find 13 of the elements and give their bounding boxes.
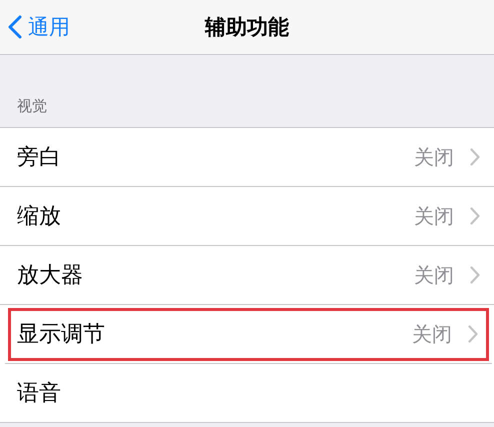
chevron-icon [470, 207, 480, 225]
chevron-icon [470, 266, 480, 284]
chevron-icon [468, 325, 478, 343]
settings-row[interactable]: 缩放 关闭 [0, 187, 494, 246]
settings-row[interactable]: 放大器 关闭 [0, 246, 494, 305]
chevron-icon [470, 148, 480, 166]
settings-row[interactable]: 语音 [0, 364, 494, 423]
settings-row[interactable]: 旁白 关闭 [0, 128, 494, 187]
section-header: 视觉 [16, 97, 48, 117]
highlighted-settings-row[interactable]: 显示调节 关闭 [5, 305, 492, 364]
nav-title: 辅助功能 [205, 15, 289, 39]
back-button[interactable]: 通用 [0, 12, 76, 42]
back-chevron-icon [8, 15, 22, 39]
